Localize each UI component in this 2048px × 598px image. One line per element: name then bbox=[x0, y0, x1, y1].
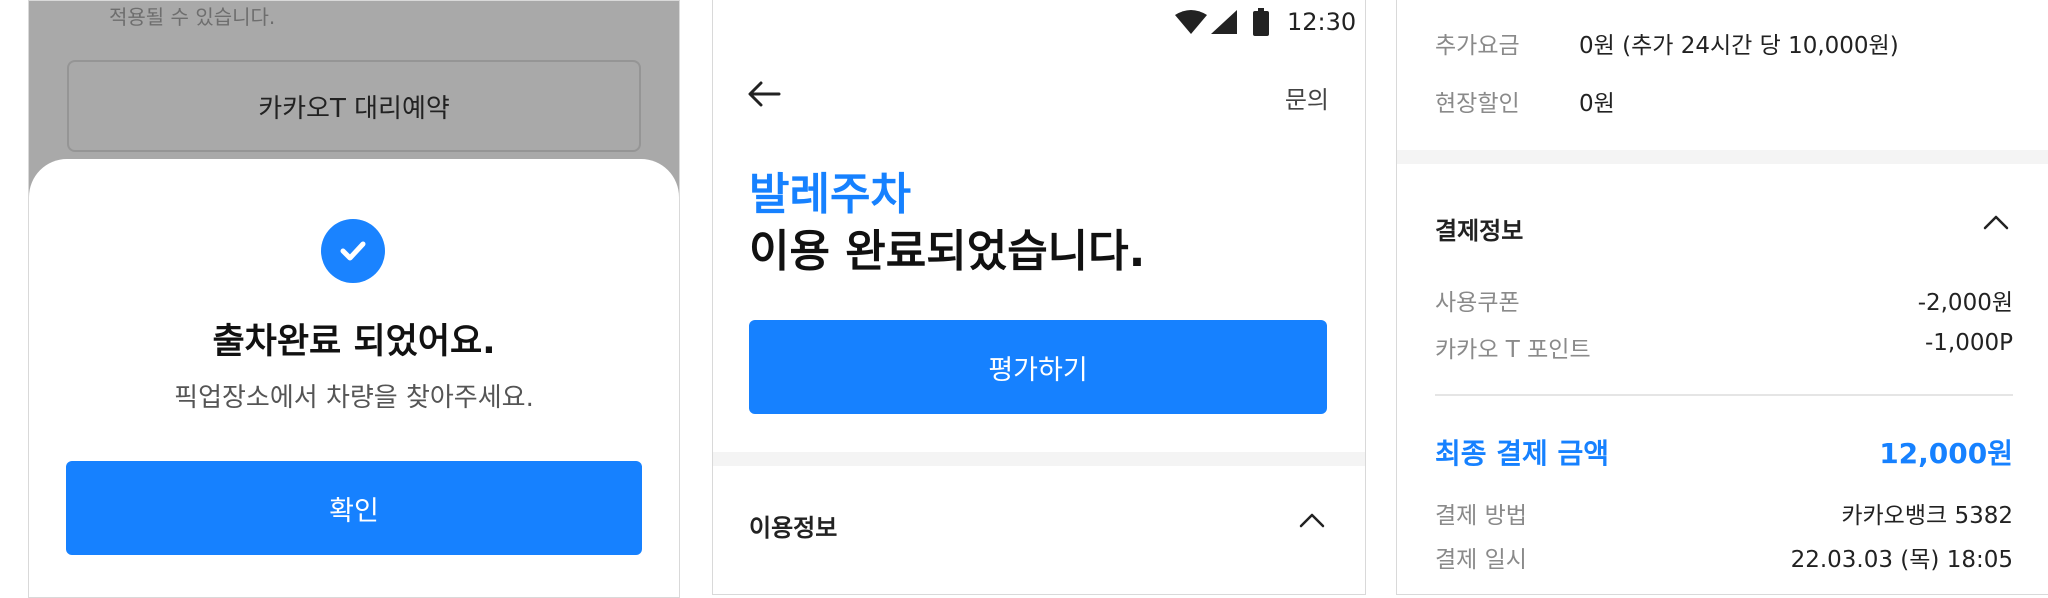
extra-fee-value: 0원 (추가 24시간 당 10,000원) bbox=[1579, 33, 1899, 59]
dim-notice-text: 적용될 수 있습니다. bbox=[109, 5, 276, 29]
onsite-discount-value: 0원 bbox=[1579, 91, 1615, 117]
status-time: 12:30 bbox=[1287, 8, 1357, 36]
completion-subtitle: 픽업장소에서 차량을 찾아주세요. bbox=[174, 383, 534, 413]
payment-info-title: 결제정보 bbox=[1435, 217, 1524, 245]
payment-detail-panel: 추가요금 0원 (추가 24시간 당 10,000원) 현장할인 0원 결제정보… bbox=[1396, 0, 2048, 595]
extra-fee-label: 추가요금 bbox=[1435, 33, 1520, 59]
wifi-icon bbox=[1175, 10, 1207, 38]
valet-complete-panel: 12:30 문의 발레주차 이용 완료되었습니다. 평가하기 이용정보 bbox=[712, 0, 1366, 595]
check-circle-icon bbox=[321, 219, 385, 283]
completion-message: 이용 완료되었습니다. bbox=[749, 226, 1146, 277]
point-label: 카카오 T 포인트 bbox=[1435, 337, 1591, 363]
chevron-up-icon[interactable] bbox=[1299, 512, 1325, 532]
final-amount-label: 최종 결제 금액 bbox=[1435, 437, 1610, 470]
confirm-button[interactable]: 확인 bbox=[66, 461, 642, 555]
service-name: 발레주차 bbox=[749, 169, 911, 220]
point-value: -1,000P bbox=[1924, 330, 2013, 356]
divider-line bbox=[1435, 394, 2013, 396]
section-divider bbox=[1397, 150, 2048, 164]
usage-info-title: 이용정보 bbox=[749, 514, 838, 542]
payment-method-label: 결제 방법 bbox=[1435, 503, 1527, 529]
back-arrow-icon[interactable] bbox=[747, 80, 781, 112]
coupon-value: -2,000원 bbox=[1917, 290, 2013, 316]
coupon-label: 사용쿠폰 bbox=[1435, 290, 1520, 316]
delivery-complete-panel: 적용될 수 있습니다. 카카오T 대리예약 출차완료 되었어요. 픽업장소에서 … bbox=[28, 0, 680, 598]
signal-icon bbox=[1211, 10, 1237, 38]
battery-icon bbox=[1253, 8, 1269, 40]
completion-title: 출차완료 되었어요. bbox=[212, 322, 496, 362]
rate-button[interactable]: 평가하기 bbox=[749, 320, 1327, 414]
payment-date-label: 결제 일시 bbox=[1435, 547, 1527, 573]
payment-method-value: 카카오뱅크 5382 bbox=[1841, 503, 2013, 529]
final-amount-value: 12,000원 bbox=[1879, 437, 2013, 470]
onsite-discount-label: 현장할인 bbox=[1435, 91, 1520, 117]
payment-date-value: 22.03.03 (목) 18:05 bbox=[1790, 547, 2013, 573]
inquiry-link[interactable]: 문의 bbox=[1285, 80, 1329, 115]
chevron-up-icon[interactable] bbox=[1983, 214, 2009, 234]
section-divider bbox=[713, 452, 1365, 466]
designated-driver-reservation-button[interactable]: 카카오T 대리예약 bbox=[67, 60, 641, 152]
